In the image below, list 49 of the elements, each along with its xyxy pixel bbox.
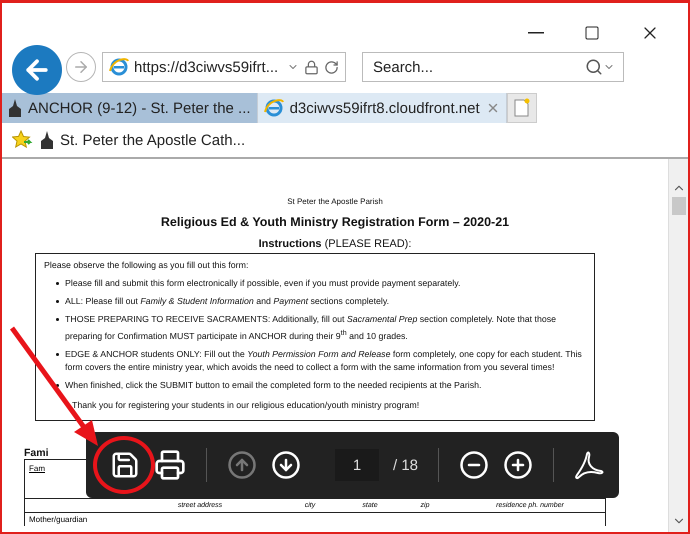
- section-heading: Fami: [24, 446, 50, 459]
- row-label: Mother/guardian: [28, 514, 88, 526]
- bullet-dot: [56, 300, 59, 303]
- bullet-dot: [56, 318, 59, 321]
- zoom-out-button[interactable]: [459, 450, 490, 480]
- url-text: https://d3ciwvs59ifrt...: [134, 58, 280, 76]
- church-icon: [40, 131, 54, 149]
- instruction-text: EDGE & ANCHOR students ONLY: Fill out the Youth Permission Form and Release form completely, one copy for each student. This form covers the entire ministry year, which avoids the need to collect a form with the same information from you several times!: [65, 348, 583, 374]
- acrobat-logo-icon[interactable]: [574, 450, 604, 480]
- forward-arrow-icon: [72, 58, 90, 76]
- closing-text: Thank you for registering your students in our religious education/youth ministry program!: [71, 398, 420, 412]
- parish-name: St Peter the Apostle Parish: [287, 197, 383, 206]
- intro-text: Please observe the following as you fill out this form:: [44, 259, 250, 272]
- instruction-text: When finished, click the SUBMIT button to email the completed form to the needed recipients at the Parish.: [65, 378, 482, 392]
- minimize-icon: [528, 32, 544, 34]
- zoom-in-button[interactable]: [503, 450, 534, 480]
- new-tab-button[interactable]: [506, 93, 537, 123]
- scroll-thumb[interactable]: [672, 197, 686, 215]
- instructions-heading: Instructions (PLEASE READ):: [258, 238, 412, 250]
- instruction-text: THOSE PREPARING TO RECEIVE SACRAMENTS: Additionally, fill out Sacramental Prep section completely. Note that those preparing for Confirmation MUST participate in ANCHOR during their 9$^{th}$ and 10 grades.: [65, 313, 558, 343]
- maximize-button[interactable]: [584, 25, 600, 41]
- next-page-button[interactable]: [271, 450, 301, 480]
- bullet-dot: [56, 352, 59, 356]
- instruction-text: Please fill and submit this form electronically if possible, even if you must provide payment separately.: [65, 277, 460, 290]
- instruction-text: ALL: Please fill out Family & Student Information and Payment sections completely.: [65, 295, 390, 308]
- form-title: Religious Ed & Youth Ministry Registration Form – 2020-21: [160, 215, 510, 229]
- lock-icon: [304, 60, 319, 74]
- browser-logo-icon: [109, 57, 129, 77]
- browser-logo-icon: [264, 98, 284, 118]
- browser-tab[interactable]: ANCHOR (9-12) - St. Peter the ...: [2, 93, 258, 123]
- church-icon: [8, 99, 22, 117]
- page-total: / 18: [393, 456, 418, 474]
- address-bar[interactable]: https://d3ciwvs59ifrt...: [102, 52, 346, 82]
- save-button[interactable]: [110, 450, 140, 480]
- page-number-field[interactable]: 1: [335, 449, 379, 481]
- back-button[interactable]: [12, 45, 62, 95]
- bullet-dot: [56, 384, 59, 387]
- bullet-dot: [56, 282, 59, 285]
- minimize-button[interactable]: [528, 32, 544, 34]
- refresh-icon[interactable]: [324, 60, 339, 74]
- favorite-link[interactable]: St. Peter the Apostle Cath...: [40, 131, 246, 149]
- print-button[interactable]: [154, 449, 186, 481]
- table-label: Fam: [29, 464, 45, 473]
- search-icon[interactable]: [585, 58, 603, 76]
- favorites-star-icon[interactable]: [12, 130, 34, 150]
- search-field[interactable]: Search...: [362, 52, 624, 82]
- new-page-icon: [512, 98, 531, 118]
- scrollbar[interactable]: [668, 159, 688, 532]
- browser-tab[interactable]: d3ciwvs59ifrt8.cloudfront.net: [258, 93, 507, 123]
